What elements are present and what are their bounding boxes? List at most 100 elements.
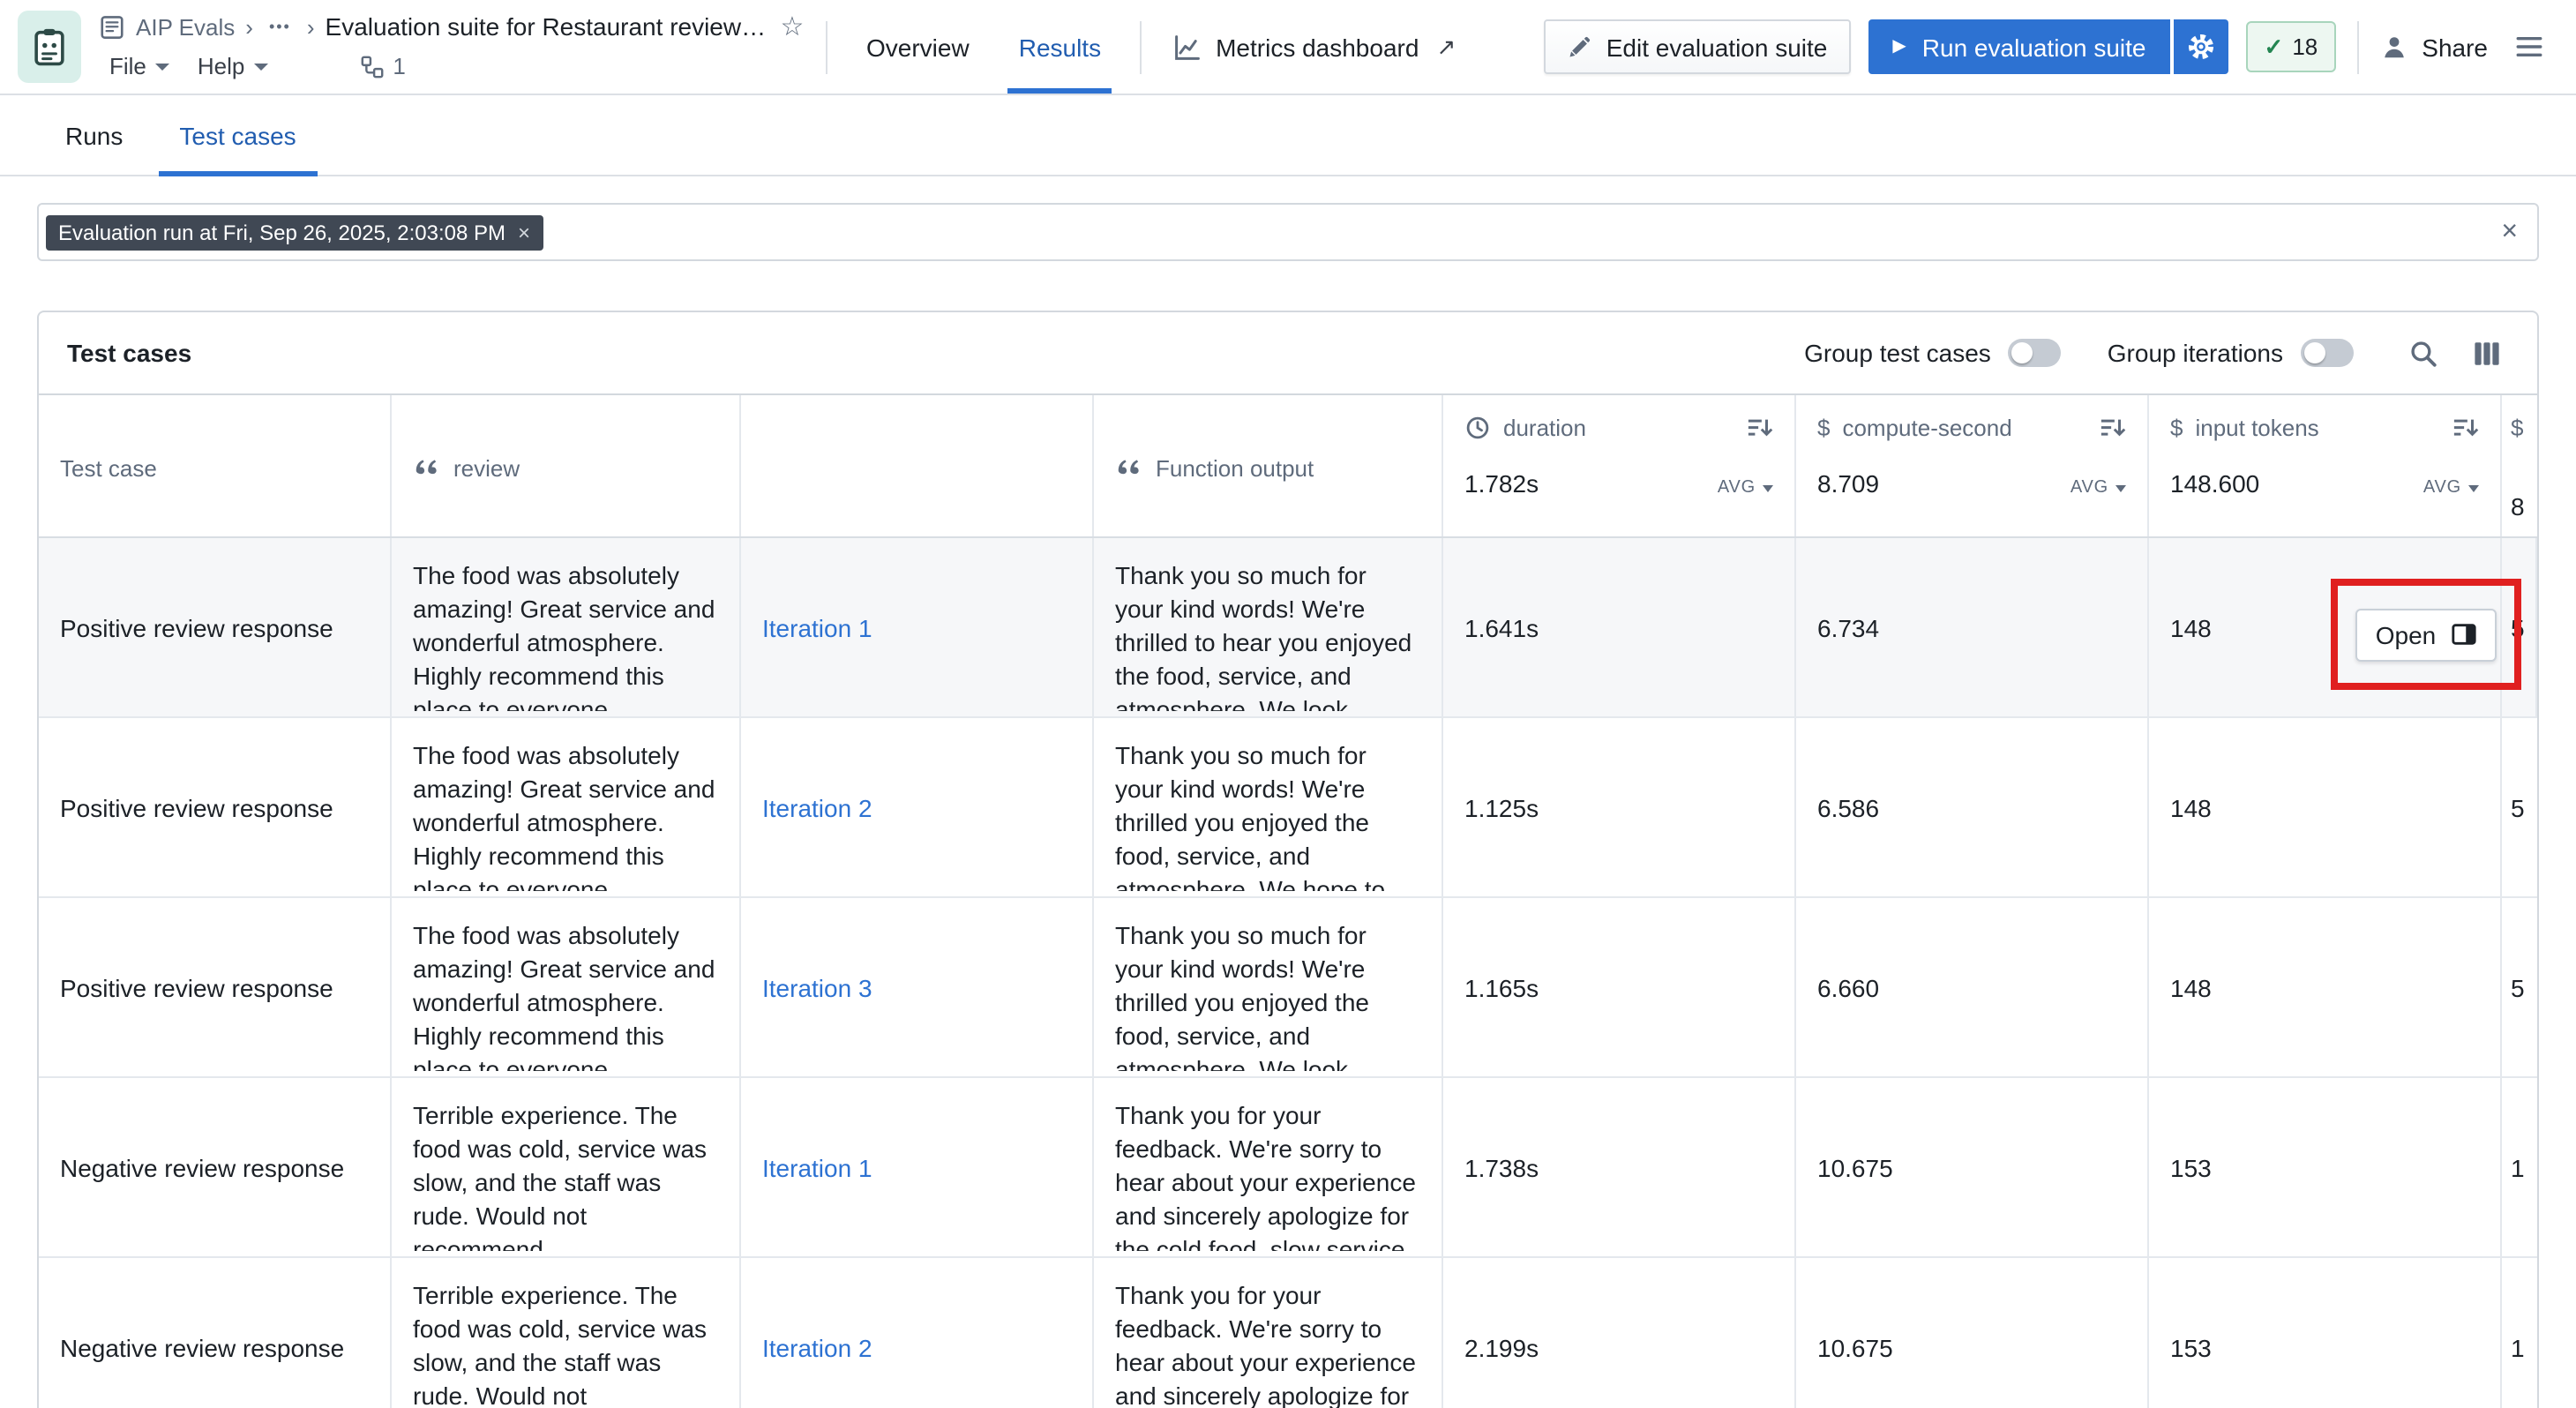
divider <box>2356 20 2358 73</box>
group-test-cases-label: Group test cases <box>1804 339 1991 367</box>
group-test-cases-toggle[interactable] <box>2009 339 2062 367</box>
help-menu[interactable]: Help <box>187 49 279 83</box>
person-icon <box>2379 33 2408 61</box>
column-label: compute-second <box>1842 415 2011 441</box>
partial-aggregate: 8 <box>2511 492 2537 521</box>
file-menu[interactable]: File <box>99 49 180 83</box>
breadcrumb-separator: › <box>245 13 253 40</box>
compute-second-cell: 6.660 <box>1796 898 2149 1076</box>
iteration-cell: Iteration 3 <box>741 898 1094 1076</box>
run-evaluation-suite-label: Run evaluation suite <box>1922 33 2146 61</box>
remove-filter-icon[interactable]: × <box>518 221 530 243</box>
table-row[interactable]: Positive review response The food was ab… <box>39 718 2537 898</box>
table-header-row: Test case review Function output <box>39 393 2537 538</box>
aggregate-mode-dropdown[interactable]: AVG <box>1718 478 1773 498</box>
column-header-input-tokens[interactable]: $ input tokens 148.600 AVG <box>2149 395 2502 536</box>
iteration-cell: Iteration 1 <box>741 1078 1094 1256</box>
group-iterations-label: Group iterations <box>2108 339 2283 367</box>
sort-icon[interactable] <box>1747 415 1773 441</box>
sort-icon[interactable] <box>2452 415 2479 441</box>
table-row[interactable]: Positive review response The food was ab… <box>39 898 2537 1078</box>
compute-second-cell: 6.586 <box>1796 718 2149 896</box>
group-iterations-toggle[interactable] <box>2301 339 2354 367</box>
column-header-function-output[interactable]: Function output <box>1094 395 1443 536</box>
table-row[interactable]: Negative review response Terrible experi… <box>39 1078 2537 1258</box>
test-case-cell: Positive review response <box>39 898 392 1076</box>
passing-tests-badge[interactable]: ✓ 18 <box>2247 21 2336 72</box>
branch-indicator[interactable]: 1 <box>359 53 405 79</box>
edit-evaluation-suite-button[interactable]: Edit evaluation suite <box>1545 19 1851 74</box>
breadcrumb: AIP Evals › ••• › Evaluation suite for R… <box>99 11 808 42</box>
dollar-icon: $ <box>2170 415 2183 441</box>
iteration-link[interactable]: Iteration 2 <box>762 793 872 821</box>
open-panel-icon <box>2450 621 2476 648</box>
tab-test-cases[interactable]: Test cases <box>158 95 317 175</box>
breadcrumb-root[interactable]: AIP Evals <box>136 13 235 40</box>
table-row[interactable]: Positive review response The food was ab… <box>39 538 2537 718</box>
iteration-link[interactable]: Iteration 3 <box>762 973 872 1001</box>
input-tokens-cell: 153 <box>2149 1258 2502 1408</box>
columns-icon <box>2471 338 2501 368</box>
results-subnav: Runs Test cases <box>0 95 2576 176</box>
function-output-cell: Thank you for your feedback. We're sorry… <box>1094 1078 1443 1256</box>
quote-icon <box>413 454 439 481</box>
panel-title: Test cases <box>67 339 191 367</box>
aggregate-mode-dropdown[interactable]: AVG <box>2071 478 2126 498</box>
play-icon: ▶ <box>1892 37 1906 56</box>
duration-cell: 1.165s <box>1443 898 1796 1076</box>
avg-label: AVG <box>2423 478 2461 498</box>
column-label: Test case <box>60 454 157 481</box>
compute-second-cell: 10.675 <box>1796 1078 2149 1256</box>
duration-aggregate: 1.782s <box>1464 469 1539 498</box>
chevron-down-icon <box>155 63 169 70</box>
run-settings-button[interactable] <box>2175 19 2229 74</box>
run-evaluation-suite-button[interactable]: ▶ Run evaluation suite <box>1868 19 2170 74</box>
divider <box>1140 20 1142 73</box>
breadcrumb-collapsed-button[interactable]: ••• <box>264 16 296 37</box>
column-header-compute-second[interactable]: $ compute-second 8.709 AVG <box>1796 395 2149 536</box>
panel-menu-button[interactable] <box>2505 24 2551 70</box>
column-header-test-case[interactable]: Test case <box>39 395 392 536</box>
test-case-cell: Negative review response <box>39 1078 392 1256</box>
table-body: Positive review response The food was ab… <box>39 538 2537 1408</box>
tab-test-cases-label: Test cases <box>179 121 296 149</box>
column-header-partial: $ 8 <box>2502 395 2537 536</box>
dollar-icon: $ <box>1817 415 1830 441</box>
tab-runs-label: Runs <box>65 121 123 149</box>
open-row-button[interactable]: Open <box>2356 608 2497 661</box>
help-menu-label: Help <box>198 53 245 79</box>
search-button[interactable] <box>2400 330 2445 376</box>
document-icon <box>99 13 125 40</box>
filter-tag-label: Evaluation run at Fri, Sep 26, 2025, 2:0… <box>58 221 505 243</box>
iteration-link[interactable]: Iteration 1 <box>762 1153 872 1181</box>
aggregate-mode-dropdown[interactable]: AVG <box>2423 478 2479 498</box>
filter-bar[interactable]: Evaluation run at Fri, Sep 26, 2025, 2:0… <box>37 203 2539 261</box>
iteration-cell: Iteration 2 <box>741 1258 1094 1408</box>
column-header-review[interactable]: review <box>392 395 741 536</box>
pencil-icon <box>1568 34 1592 59</box>
tab-results[interactable]: Results <box>998 0 1122 94</box>
avg-label: AVG <box>1718 478 1756 498</box>
favorite-star-icon[interactable]: ☆ <box>781 11 805 42</box>
iteration-link[interactable]: Iteration 1 <box>762 613 872 641</box>
open-button-label: Open <box>2376 620 2437 648</box>
quote-icon <box>1115 454 1142 481</box>
iteration-link[interactable]: Iteration 2 <box>762 1333 872 1361</box>
tab-runs[interactable]: Runs <box>44 95 144 175</box>
evaluation-run-filter-tag[interactable]: Evaluation run at Fri, Sep 26, 2025, 2:0… <box>46 214 543 250</box>
table-row[interactable]: Negative review response Terrible experi… <box>39 1258 2537 1408</box>
clear-filters-icon[interactable]: × <box>2501 218 2518 246</box>
compute-second-cell: 10.675 <box>1796 1258 2149 1408</box>
tab-overview[interactable]: Overview <box>845 0 991 94</box>
menu-bar: File Help 1 <box>99 49 808 83</box>
review-cell: The food was absolutely amazing! Great s… <box>392 538 741 716</box>
columns-button[interactable] <box>2463 330 2509 376</box>
app-logo[interactable] <box>18 11 81 83</box>
column-header-duration[interactable]: duration 1.782s AVG <box>1443 395 1796 536</box>
avg-label: AVG <box>2071 478 2108 498</box>
share-button[interactable]: Share <box>2379 33 2488 61</box>
sort-icon[interactable] <box>2100 415 2126 441</box>
partial-cell: 5 <box>2502 718 2537 896</box>
branch-count: 1 <box>393 53 405 79</box>
metrics-dashboard-link[interactable]: Metrics dashboard ↗ <box>1159 0 1470 94</box>
